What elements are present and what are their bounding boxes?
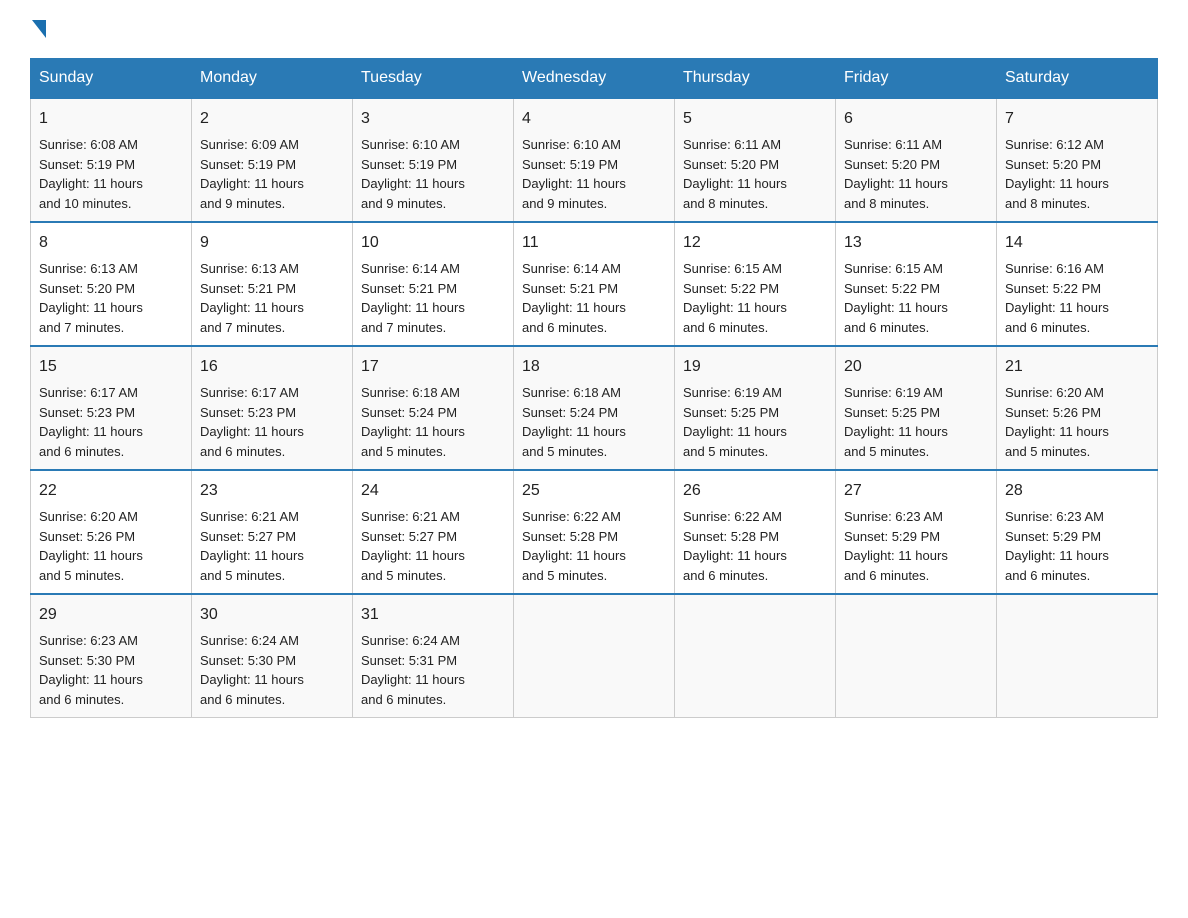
calendar-cell: 8Sunrise: 6:13 AMSunset: 5:20 PMDaylight… bbox=[31, 222, 192, 346]
day-number: 31 bbox=[361, 603, 505, 627]
day-number: 22 bbox=[39, 479, 183, 503]
calendar-cell: 29Sunrise: 6:23 AMSunset: 5:30 PMDayligh… bbox=[31, 594, 192, 718]
calendar-cell: 13Sunrise: 6:15 AMSunset: 5:22 PMDayligh… bbox=[836, 222, 997, 346]
calendar-cell: 22Sunrise: 6:20 AMSunset: 5:26 PMDayligh… bbox=[31, 470, 192, 594]
calendar-cell: 4Sunrise: 6:10 AMSunset: 5:19 PMDaylight… bbox=[514, 98, 675, 222]
calendar-cell: 16Sunrise: 6:17 AMSunset: 5:23 PMDayligh… bbox=[192, 346, 353, 470]
day-number: 18 bbox=[522, 355, 666, 379]
day-number: 16 bbox=[200, 355, 344, 379]
calendar-week-row: 8Sunrise: 6:13 AMSunset: 5:20 PMDaylight… bbox=[31, 222, 1158, 346]
calendar-cell: 20Sunrise: 6:19 AMSunset: 5:25 PMDayligh… bbox=[836, 346, 997, 470]
day-number: 29 bbox=[39, 603, 183, 627]
calendar-cell: 6Sunrise: 6:11 AMSunset: 5:20 PMDaylight… bbox=[836, 98, 997, 222]
calendar-cell: 9Sunrise: 6:13 AMSunset: 5:21 PMDaylight… bbox=[192, 222, 353, 346]
calendar-week-row: 1Sunrise: 6:08 AMSunset: 5:19 PMDaylight… bbox=[31, 98, 1158, 222]
day-number: 6 bbox=[844, 107, 988, 131]
day-number: 19 bbox=[683, 355, 827, 379]
weekday-header-thursday: Thursday bbox=[675, 59, 836, 99]
calendar-cell: 14Sunrise: 6:16 AMSunset: 5:22 PMDayligh… bbox=[997, 222, 1158, 346]
day-number: 1 bbox=[39, 107, 183, 131]
calendar-cell: 7Sunrise: 6:12 AMSunset: 5:20 PMDaylight… bbox=[997, 98, 1158, 222]
day-number: 14 bbox=[1005, 231, 1149, 255]
calendar-cell: 11Sunrise: 6:14 AMSunset: 5:21 PMDayligh… bbox=[514, 222, 675, 346]
calendar-cell: 18Sunrise: 6:18 AMSunset: 5:24 PMDayligh… bbox=[514, 346, 675, 470]
weekday-header-wednesday: Wednesday bbox=[514, 59, 675, 99]
day-number: 20 bbox=[844, 355, 988, 379]
logo bbox=[30, 20, 46, 38]
calendar-cell: 12Sunrise: 6:15 AMSunset: 5:22 PMDayligh… bbox=[675, 222, 836, 346]
day-number: 10 bbox=[361, 231, 505, 255]
day-number: 27 bbox=[844, 479, 988, 503]
logo-triangle-icon bbox=[32, 20, 46, 38]
page-header bbox=[30, 20, 1158, 38]
day-number: 12 bbox=[683, 231, 827, 255]
day-number: 24 bbox=[361, 479, 505, 503]
calendar-cell: 5Sunrise: 6:11 AMSunset: 5:20 PMDaylight… bbox=[675, 98, 836, 222]
day-number: 13 bbox=[844, 231, 988, 255]
day-number: 23 bbox=[200, 479, 344, 503]
day-number: 30 bbox=[200, 603, 344, 627]
weekday-header-monday: Monday bbox=[192, 59, 353, 99]
calendar-cell bbox=[675, 594, 836, 718]
day-number: 3 bbox=[361, 107, 505, 131]
calendar-cell: 25Sunrise: 6:22 AMSunset: 5:28 PMDayligh… bbox=[514, 470, 675, 594]
day-number: 4 bbox=[522, 107, 666, 131]
calendar-cell: 19Sunrise: 6:19 AMSunset: 5:25 PMDayligh… bbox=[675, 346, 836, 470]
calendar-week-row: 22Sunrise: 6:20 AMSunset: 5:26 PMDayligh… bbox=[31, 470, 1158, 594]
calendar-cell: 27Sunrise: 6:23 AMSunset: 5:29 PMDayligh… bbox=[836, 470, 997, 594]
calendar-cell bbox=[514, 594, 675, 718]
calendar-cell: 1Sunrise: 6:08 AMSunset: 5:19 PMDaylight… bbox=[31, 98, 192, 222]
weekday-header-sunday: Sunday bbox=[31, 59, 192, 99]
calendar-cell: 3Sunrise: 6:10 AMSunset: 5:19 PMDaylight… bbox=[353, 98, 514, 222]
calendar-cell bbox=[997, 594, 1158, 718]
day-number: 9 bbox=[200, 231, 344, 255]
calendar-cell: 17Sunrise: 6:18 AMSunset: 5:24 PMDayligh… bbox=[353, 346, 514, 470]
day-number: 28 bbox=[1005, 479, 1149, 503]
day-number: 15 bbox=[39, 355, 183, 379]
calendar-cell: 15Sunrise: 6:17 AMSunset: 5:23 PMDayligh… bbox=[31, 346, 192, 470]
calendar-cell: 21Sunrise: 6:20 AMSunset: 5:26 PMDayligh… bbox=[997, 346, 1158, 470]
calendar-cell: 10Sunrise: 6:14 AMSunset: 5:21 PMDayligh… bbox=[353, 222, 514, 346]
day-number: 5 bbox=[683, 107, 827, 131]
day-number: 26 bbox=[683, 479, 827, 503]
calendar-cell: 31Sunrise: 6:24 AMSunset: 5:31 PMDayligh… bbox=[353, 594, 514, 718]
calendar-week-row: 15Sunrise: 6:17 AMSunset: 5:23 PMDayligh… bbox=[31, 346, 1158, 470]
day-number: 21 bbox=[1005, 355, 1149, 379]
calendar-cell: 23Sunrise: 6:21 AMSunset: 5:27 PMDayligh… bbox=[192, 470, 353, 594]
calendar-cell: 28Sunrise: 6:23 AMSunset: 5:29 PMDayligh… bbox=[997, 470, 1158, 594]
calendar-cell: 2Sunrise: 6:09 AMSunset: 5:19 PMDaylight… bbox=[192, 98, 353, 222]
weekday-header-tuesday: Tuesday bbox=[353, 59, 514, 99]
calendar-table: SundayMondayTuesdayWednesdayThursdayFrid… bbox=[30, 58, 1158, 718]
calendar-cell: 26Sunrise: 6:22 AMSunset: 5:28 PMDayligh… bbox=[675, 470, 836, 594]
calendar-cell: 30Sunrise: 6:24 AMSunset: 5:30 PMDayligh… bbox=[192, 594, 353, 718]
weekday-header-saturday: Saturday bbox=[997, 59, 1158, 99]
calendar-cell bbox=[836, 594, 997, 718]
day-number: 17 bbox=[361, 355, 505, 379]
calendar-cell: 24Sunrise: 6:21 AMSunset: 5:27 PMDayligh… bbox=[353, 470, 514, 594]
weekday-header-friday: Friday bbox=[836, 59, 997, 99]
day-number: 7 bbox=[1005, 107, 1149, 131]
day-number: 11 bbox=[522, 231, 666, 255]
calendar-week-row: 29Sunrise: 6:23 AMSunset: 5:30 PMDayligh… bbox=[31, 594, 1158, 718]
day-number: 8 bbox=[39, 231, 183, 255]
day-number: 25 bbox=[522, 479, 666, 503]
weekday-header-row: SundayMondayTuesdayWednesdayThursdayFrid… bbox=[31, 59, 1158, 99]
day-number: 2 bbox=[200, 107, 344, 131]
